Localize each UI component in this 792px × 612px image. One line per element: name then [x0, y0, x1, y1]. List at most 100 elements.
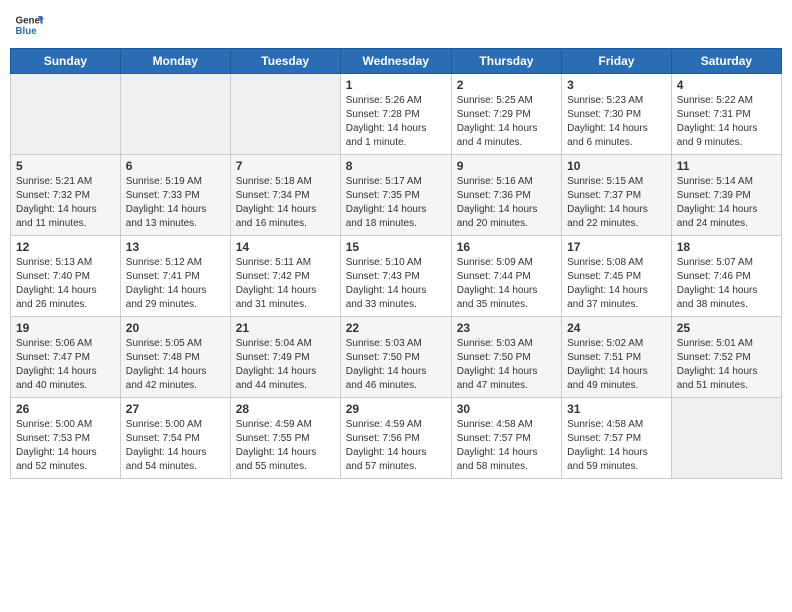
calendar-cell: 22 Sunrise: 5:03 AMSunset: 7:50 PMDayligh…: [340, 317, 451, 398]
day-info: Sunrise: 5:12 AMSunset: 7:41 PMDaylight:…: [126, 256, 225, 312]
day-number: 4: [677, 78, 776, 92]
calendar-cell: 24 Sunrise: 5:02 AMSunset: 7:51 PMDayligh…: [562, 317, 672, 398]
calendar-cell: 13 Sunrise: 5:12 AMSunset: 7:41 PMDayligh…: [120, 236, 230, 317]
day-info: Sunrise: 5:06 AMSunset: 7:47 PMDaylight:…: [16, 337, 115, 393]
calendar-cell: 11 Sunrise: 5:14 AMSunset: 7:39 PMDayligh…: [671, 155, 781, 236]
week-row-5: 26Sunrise: 5:00 AMSunset: 7:53 PMDayligh…: [11, 398, 782, 479]
page-header: General Blue: [10, 10, 782, 40]
week-row-1: 1 Sunrise: 5:26 AMSunset: 7:28 PMDaylight…: [11, 74, 782, 155]
day-info: Sunrise: 5:25 AMSunset: 7:29 PMDaylight:…: [457, 94, 556, 150]
day-header-monday: Monday: [120, 49, 230, 74]
calendar-cell: 20 Sunrise: 5:05 AMSunset: 7:48 PMDayligh…: [120, 317, 230, 398]
day-header-thursday: Thursday: [451, 49, 561, 74]
calendar-header: SundayMondayTuesdayWednesdayThursdayFrid…: [11, 49, 782, 74]
day-info: Sunrise: 5:15 AMSunset: 7:37 PMDaylight:…: [567, 175, 666, 231]
calendar-cell: 25 Sunrise: 5:01 AMSunset: 7:52 PMDayligh…: [671, 317, 781, 398]
calendar-cell: 3 Sunrise: 5:23 AMSunset: 7:30 PMDaylight…: [562, 74, 672, 155]
calendar-cell: 6 Sunrise: 5:19 AMSunset: 7:33 PMDaylight…: [120, 155, 230, 236]
calendar-cell: 19 Sunrise: 5:06 AMSunset: 7:47 PMDayligh…: [11, 317, 121, 398]
logo: General Blue: [14, 10, 46, 40]
day-number: 27: [126, 402, 225, 416]
day-number: 26: [16, 402, 115, 416]
header-row: SundayMondayTuesdayWednesdayThursdayFrid…: [11, 49, 782, 74]
calendar-cell: 26Sunrise: 5:00 AMSunset: 7:53 PMDayligh…: [11, 398, 121, 479]
week-row-2: 5 Sunrise: 5:21 AMSunset: 7:32 PMDaylight…: [11, 155, 782, 236]
day-number: 6: [126, 159, 225, 173]
day-header-saturday: Saturday: [671, 49, 781, 74]
day-number: 11: [677, 159, 776, 173]
day-header-tuesday: Tuesday: [230, 49, 340, 74]
day-info: Sunrise: 5:26 AMSunset: 7:28 PMDaylight:…: [346, 94, 446, 150]
week-row-3: 12 Sunrise: 5:13 AMSunset: 7:40 PMDayligh…: [11, 236, 782, 317]
day-info: Sunrise: 5:01 AMSunset: 7:52 PMDaylight:…: [677, 337, 776, 393]
day-number: 24: [567, 321, 666, 335]
day-number: 1: [346, 78, 446, 92]
day-info: Sunrise: 5:21 AMSunset: 7:32 PMDaylight:…: [16, 175, 115, 231]
calendar-cell: 15 Sunrise: 5:10 AMSunset: 7:43 PMDayligh…: [340, 236, 451, 317]
day-info: Sunrise: 5:00 AMSunset: 7:54 PMDaylight:…: [126, 418, 225, 474]
day-info: Sunrise: 5:17 AMSunset: 7:35 PMDaylight:…: [346, 175, 446, 231]
day-info: Sunrise: 5:14 AMSunset: 7:39 PMDaylight:…: [677, 175, 776, 231]
day-number: 13: [126, 240, 225, 254]
calendar-cell: 7 Sunrise: 5:18 AMSunset: 7:34 PMDaylight…: [230, 155, 340, 236]
day-number: 5: [16, 159, 115, 173]
calendar-cell: 27 Sunrise: 5:00 AMSunset: 7:54 PMDayligh…: [120, 398, 230, 479]
svg-text:Blue: Blue: [16, 26, 38, 37]
day-number: 15: [346, 240, 446, 254]
day-info: Sunrise: 5:05 AMSunset: 7:48 PMDaylight:…: [126, 337, 225, 393]
day-info: Sunrise: 5:10 AMSunset: 7:43 PMDaylight:…: [346, 256, 446, 312]
week-row-4: 19 Sunrise: 5:06 AMSunset: 7:47 PMDayligh…: [11, 317, 782, 398]
day-number: 31: [567, 402, 666, 416]
calendar-cell: 12 Sunrise: 5:13 AMSunset: 7:40 PMDayligh…: [11, 236, 121, 317]
day-number: 10: [567, 159, 666, 173]
calendar-cell: 4 Sunrise: 5:22 AMSunset: 7:31 PMDaylight…: [671, 74, 781, 155]
calendar-cell: 17Sunrise: 5:08 AMSunset: 7:45 PMDayligh…: [562, 236, 672, 317]
day-info: Sunrise: 5:16 AMSunset: 7:36 PMDaylight:…: [457, 175, 556, 231]
calendar-table: SundayMondayTuesdayWednesdayThursdayFrid…: [10, 48, 782, 479]
day-number: 25: [677, 321, 776, 335]
day-info: Sunrise: 5:22 AMSunset: 7:31 PMDaylight:…: [677, 94, 776, 150]
calendar-cell: [671, 398, 781, 479]
day-number: 18: [677, 240, 776, 254]
calendar-cell: 14Sunrise: 5:11 AMSunset: 7:42 PMDayligh…: [230, 236, 340, 317]
day-info: Sunrise: 5:03 AMSunset: 7:50 PMDaylight:…: [346, 337, 446, 393]
day-header-friday: Friday: [562, 49, 672, 74]
calendar-cell: 10 Sunrise: 5:15 AMSunset: 7:37 PMDayligh…: [562, 155, 672, 236]
calendar-cell: 1 Sunrise: 5:26 AMSunset: 7:28 PMDaylight…: [340, 74, 451, 155]
day-info: Sunrise: 5:19 AMSunset: 7:33 PMDaylight:…: [126, 175, 225, 231]
day-number: 20: [126, 321, 225, 335]
day-number: 23: [457, 321, 556, 335]
day-number: 29: [346, 402, 446, 416]
calendar-cell: 8 Sunrise: 5:17 AMSunset: 7:35 PMDaylight…: [340, 155, 451, 236]
day-info: Sunrise: 5:04 AMSunset: 7:49 PMDaylight:…: [236, 337, 335, 393]
day-info: Sunrise: 5:18 AMSunset: 7:34 PMDaylight:…: [236, 175, 335, 231]
day-number: 7: [236, 159, 335, 173]
day-info: Sunrise: 5:07 AMSunset: 7:46 PMDaylight:…: [677, 256, 776, 312]
calendar-cell: 29 Sunrise: 4:59 AMSunset: 7:56 PMDayligh…: [340, 398, 451, 479]
day-number: 2: [457, 78, 556, 92]
day-number: 12: [16, 240, 115, 254]
day-number: 30: [457, 402, 556, 416]
calendar-cell: 30 Sunrise: 4:58 AMSunset: 7:57 PMDayligh…: [451, 398, 561, 479]
day-info: Sunrise: 4:58 AMSunset: 7:57 PMDaylight:…: [457, 418, 556, 474]
day-number: 21: [236, 321, 335, 335]
day-number: 3: [567, 78, 666, 92]
day-info: Sunrise: 5:09 AMSunset: 7:44 PMDaylight:…: [457, 256, 556, 312]
calendar-cell: 28Sunrise: 4:59 AMSunset: 7:55 PMDayligh…: [230, 398, 340, 479]
calendar-cell: 16 Sunrise: 5:09 AMSunset: 7:44 PMDayligh…: [451, 236, 561, 317]
day-number: 16: [457, 240, 556, 254]
calendar-cell: [11, 74, 121, 155]
day-info: Sunrise: 5:11 AMSunset: 7:42 PMDaylight:…: [236, 256, 335, 312]
calendar-cell: 5 Sunrise: 5:21 AMSunset: 7:32 PMDaylight…: [11, 155, 121, 236]
day-header-sunday: Sunday: [11, 49, 121, 74]
day-info: Sunrise: 4:59 AMSunset: 7:56 PMDaylight:…: [346, 418, 446, 474]
day-number: 19: [16, 321, 115, 335]
day-number: 22: [346, 321, 446, 335]
day-info: Sunrise: 5:08 AMSunset: 7:45 PMDaylight:…: [567, 256, 666, 312]
day-number: 8: [346, 159, 446, 173]
logo-icon: General Blue: [14, 10, 44, 40]
day-info: Sunrise: 5:02 AMSunset: 7:51 PMDaylight:…: [567, 337, 666, 393]
calendar-cell: 18 Sunrise: 5:07 AMSunset: 7:46 PMDayligh…: [671, 236, 781, 317]
day-info: Sunrise: 5:23 AMSunset: 7:30 PMDaylight:…: [567, 94, 666, 150]
day-info: Sunrise: 5:13 AMSunset: 7:40 PMDaylight:…: [16, 256, 115, 312]
